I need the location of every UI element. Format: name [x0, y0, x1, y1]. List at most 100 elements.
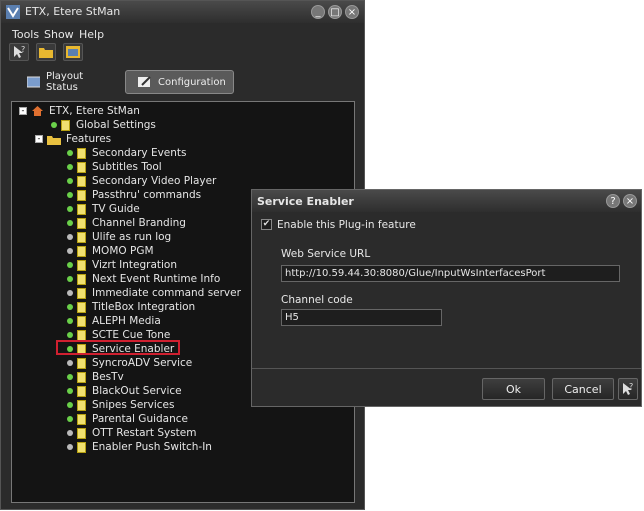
service-enabler-dialog: Service Enabler ? × ✔ Enable this Plug-i…: [251, 189, 642, 407]
cancel-button[interactable]: Cancel: [552, 378, 614, 400]
status-dot: [67, 416, 73, 422]
main-window-title: ETX, Etere StMan: [25, 5, 121, 18]
tree-item-feature[interactable]: Parental Guidance: [67, 412, 188, 426]
tree-item-feature[interactable]: TV Guide: [67, 202, 140, 216]
ok-button[interactable]: Ok: [482, 378, 545, 400]
svg-text:?: ?: [21, 45, 25, 54]
document-icon: [77, 273, 86, 285]
document-icon: [77, 441, 86, 453]
status-dot: [67, 360, 73, 366]
tree-item-label: OTT Restart System: [92, 427, 197, 439]
tree-item-feature[interactable]: ALEPH Media: [67, 314, 161, 328]
tree-item-label: Secondary Video Player: [92, 175, 217, 187]
minimize-button[interactable]: _: [311, 5, 325, 19]
enable-checkbox[interactable]: ✔: [261, 219, 272, 230]
tree-root-label: ETX, Etere StMan: [49, 105, 140, 117]
status-dot: [67, 276, 73, 282]
tree-item-feature[interactable]: Channel Branding: [67, 216, 186, 230]
tree-item-feature[interactable]: Immediate command server: [67, 286, 241, 300]
status-dot: [67, 150, 73, 156]
tree-item-label: Ulife as run log: [92, 231, 172, 243]
document-icon: [77, 399, 86, 411]
maximize-button[interactable]: □: [328, 5, 342, 19]
tree-item-feature[interactable]: MOMO PGM: [67, 244, 154, 258]
tree-item-feature[interactable]: BlackOut Service: [67, 384, 182, 398]
close-button[interactable]: ×: [345, 5, 359, 19]
tree-item-global-settings[interactable]: Global Settings: [51, 118, 156, 132]
document-icon: [77, 371, 86, 383]
folder-icon[interactable]: [36, 43, 56, 61]
selection-highlight: [56, 340, 180, 355]
menu-show[interactable]: Show: [44, 28, 74, 41]
tree-item-label: ALEPH Media: [92, 315, 161, 327]
document-icon: [77, 245, 86, 257]
document-icon: [77, 231, 86, 243]
tree-item-feature[interactable]: BesTv: [67, 370, 124, 384]
tree-item-feature[interactable]: OTT Restart System: [67, 426, 196, 440]
web-service-url-label: Web Service URL: [281, 248, 371, 260]
status-dot: [67, 262, 73, 268]
status-dot: [67, 192, 73, 198]
tree-folder-features[interactable]: - Features: [35, 132, 111, 146]
status-dot: [67, 290, 73, 296]
help-button[interactable]: ?: [606, 194, 620, 208]
status-dot: [67, 318, 73, 324]
document-icon: [77, 161, 86, 173]
app-logo-icon: [6, 5, 20, 19]
menu-help[interactable]: Help: [79, 28, 104, 41]
folder-icon: [47, 135, 61, 145]
status-dot: [67, 164, 73, 170]
tree-root[interactable]: - ETX, Etere StMan: [19, 104, 140, 118]
document-icon: [61, 119, 70, 131]
tree-item-feature[interactable]: Ulife as run log: [67, 230, 171, 244]
collapse-icon[interactable]: -: [19, 107, 27, 115]
window-icon[interactable]: [63, 43, 83, 61]
status-dot: [67, 206, 73, 212]
tree-item-label: Channel Branding: [92, 217, 186, 229]
tree-item-label: Snipes Services: [92, 399, 175, 411]
config-edit-icon: [138, 76, 151, 87]
main-title-bar[interactable]: ETX, Etere StMan _ □ ×: [1, 1, 364, 23]
tree-item-feature[interactable]: Secondary Video Player: [67, 174, 216, 188]
tree-item-feature[interactable]: Passthru' commands: [67, 188, 201, 202]
tree-item-feature[interactable]: Vizrt Integration: [67, 258, 177, 272]
status-dot: [67, 220, 73, 226]
document-icon: [77, 175, 86, 187]
tree-item-label: Parental Guidance: [92, 413, 188, 425]
menu-tools[interactable]: Tools: [12, 28, 39, 41]
document-icon: [77, 147, 86, 159]
tree-item-feature[interactable]: SyncroADV Service: [67, 356, 192, 370]
tree-item-label: SyncroADV Service: [92, 357, 193, 369]
dialog-divider: [252, 368, 641, 369]
web-service-url-input[interactable]: http://10.59.44.30:8080/Glue/InputWsInte…: [281, 265, 620, 282]
status-dot: [67, 444, 73, 450]
tree-item-feature[interactable]: TitleBox Integration: [67, 300, 195, 314]
tree-item-label: TitleBox Integration: [92, 301, 196, 313]
help-pointer-icon[interactable]: ?: [618, 378, 638, 400]
dialog-close-button[interactable]: ×: [623, 194, 637, 208]
channel-code-input[interactable]: H5: [281, 309, 442, 326]
tree-folder-label: Features: [66, 133, 112, 145]
tree-item-feature[interactable]: Enabler Push Switch-In: [67, 440, 212, 454]
monitor-icon: [27, 76, 40, 88]
tab-configuration[interactable]: Configuration: [125, 70, 234, 94]
status-dot: [67, 178, 73, 184]
channel-code-label: Channel code: [281, 294, 353, 306]
document-icon: [77, 217, 86, 229]
dialog-title-bar[interactable]: Service Enabler ? ×: [252, 190, 641, 212]
collapse-icon[interactable]: -: [35, 135, 43, 143]
tree-item-feature[interactable]: Secondary Events: [67, 146, 187, 160]
tree-item-feature[interactable]: Subtitles Tool: [67, 160, 162, 174]
document-icon: [77, 203, 86, 215]
status-dot: [67, 430, 73, 436]
status-dot: [67, 374, 73, 380]
tree-item-label: MOMO PGM: [92, 245, 154, 257]
tree-item-feature[interactable]: Next Event Runtime Info: [67, 272, 220, 286]
status-dot: [67, 304, 73, 310]
tab-playout-status[interactable]: Playout Status: [15, 70, 113, 94]
document-icon: [77, 189, 86, 201]
tree-item-feature[interactable]: Snipes Services: [67, 398, 174, 412]
status-dot: [67, 248, 73, 254]
status-dot: [67, 388, 73, 394]
help-pointer-icon[interactable]: ?: [9, 43, 29, 61]
